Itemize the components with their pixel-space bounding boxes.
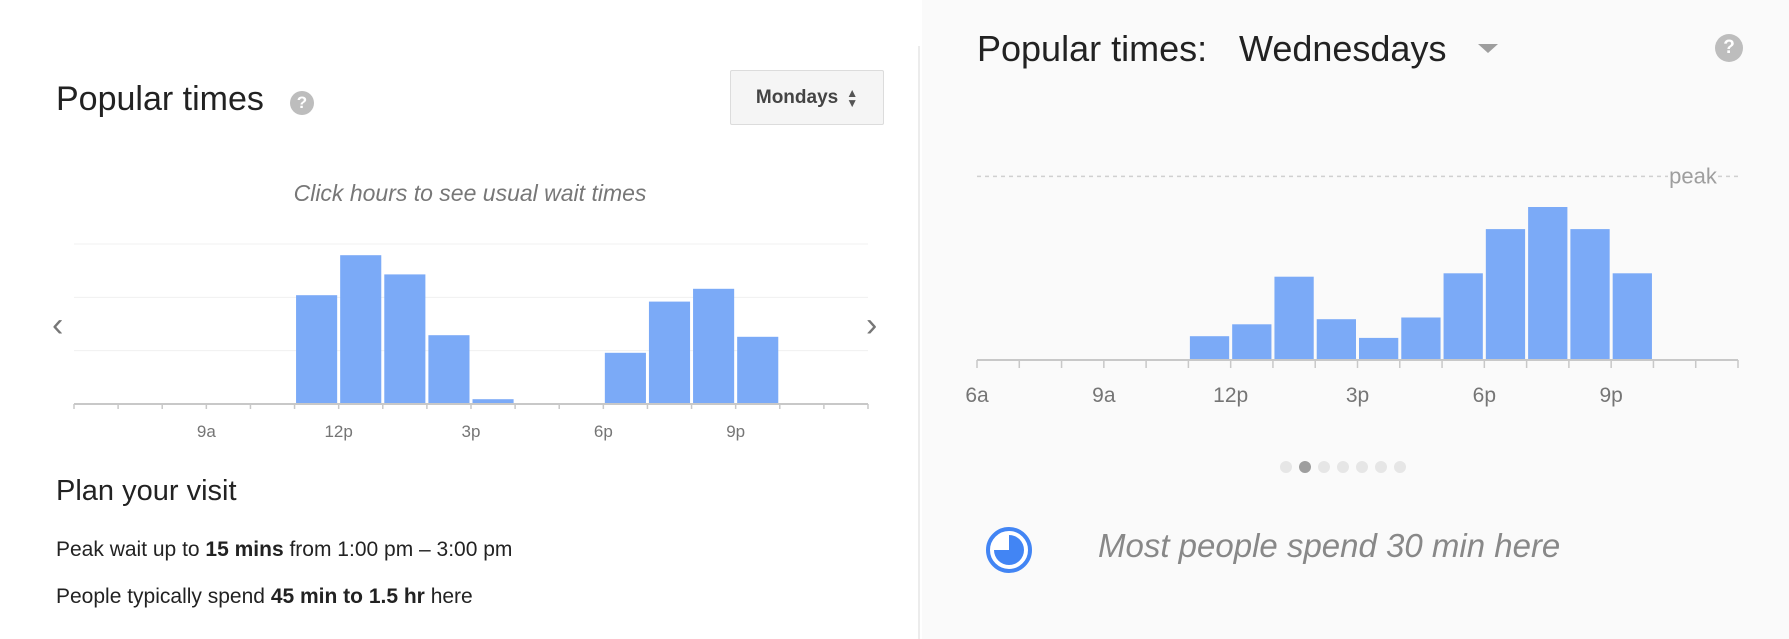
chart-bar bbox=[1443, 273, 1483, 360]
chart-bar bbox=[693, 288, 735, 404]
chart-bar bbox=[1359, 337, 1399, 360]
chart-bar bbox=[1316, 319, 1356, 360]
popular-times-card-left: Popular times ? Mondays ▲ ▼ Click hours t… bbox=[0, 0, 915, 639]
x-tick-label: 9p bbox=[1599, 384, 1622, 407]
page-dot[interactable] bbox=[1299, 461, 1311, 473]
page-dot[interactable] bbox=[1356, 461, 1368, 473]
chart-bar bbox=[1189, 336, 1230, 360]
time-spent-text: Most people spend 30 min here bbox=[1098, 527, 1561, 564]
x-tick-label: 3p bbox=[462, 422, 481, 441]
page-dot[interactable] bbox=[1375, 461, 1387, 473]
typical-spend-duration: 45 min to 1.5 hr bbox=[270, 585, 425, 608]
typical-spend-text: People typically spend 45 min to 1.5 hr … bbox=[56, 585, 473, 609]
popular-times-chart-left: 9a 12p 3p 6p 9p bbox=[73, 243, 869, 441]
chart-bar bbox=[1485, 229, 1526, 360]
chevron-left-icon[interactable]: ‹ bbox=[52, 308, 63, 342]
x-tick-label: 6a bbox=[965, 384, 989, 407]
typical-spend-prefix: People typically spend bbox=[56, 585, 271, 608]
chart-bar bbox=[648, 301, 691, 404]
peak-wait-text: Peak wait up to 15 mins from 1:00 pm – 3… bbox=[56, 538, 512, 562]
plan-your-visit-heading: Plan your visit bbox=[56, 475, 237, 507]
chart-bar bbox=[604, 352, 646, 404]
page-indicator bbox=[1280, 461, 1406, 473]
chart-bar bbox=[737, 336, 779, 404]
page-dot[interactable] bbox=[1318, 461, 1330, 473]
popular-times-card-right: Popular times: Wednesdays ? peak 6a 9a 12p 3… bbox=[922, 0, 1789, 639]
page-dot[interactable] bbox=[1337, 461, 1349, 473]
typical-spend-suffix: here bbox=[424, 585, 473, 608]
chart-bar bbox=[340, 255, 382, 404]
x-tick-label: 9a bbox=[1092, 384, 1116, 407]
x-tick-label: 6p bbox=[594, 422, 613, 441]
x-tick-label: 9p bbox=[726, 422, 745, 441]
x-tick-label: 3p bbox=[1346, 384, 1369, 407]
x-tick-label: 6p bbox=[1473, 384, 1496, 407]
chart-bar bbox=[1612, 273, 1652, 360]
chart-bar bbox=[296, 295, 338, 404]
chart-bar bbox=[1232, 324, 1272, 360]
peak-wait-duration: 15 mins bbox=[205, 538, 284, 561]
chart-bar bbox=[1401, 317, 1441, 360]
chart-bar bbox=[1528, 207, 1568, 360]
page-dot[interactable] bbox=[1394, 461, 1406, 473]
divider bbox=[918, 46, 920, 639]
x-tick-label: 12p bbox=[1213, 384, 1248, 407]
x-tick-label: 9a bbox=[197, 422, 216, 441]
chart-bar bbox=[428, 335, 470, 404]
chart-bar bbox=[1570, 229, 1610, 360]
peak-wait-time-range: from 1:00 pm – 3:00 pm bbox=[283, 538, 513, 561]
chart-bar bbox=[384, 274, 426, 404]
chart-bar bbox=[1274, 276, 1314, 360]
peak-wait-prefix: Peak wait up to bbox=[56, 538, 206, 561]
page-dot[interactable] bbox=[1280, 461, 1292, 473]
chevron-right-icon[interactable]: › bbox=[866, 308, 877, 342]
popular-times-chart-right: peak 6a 9a 12p 3p 6p 9p bbox=[965, 163, 1739, 407]
x-tick-label: 12p bbox=[324, 422, 352, 441]
peak-label: peak bbox=[1669, 163, 1718, 188]
clock-icon bbox=[986, 527, 1032, 573]
